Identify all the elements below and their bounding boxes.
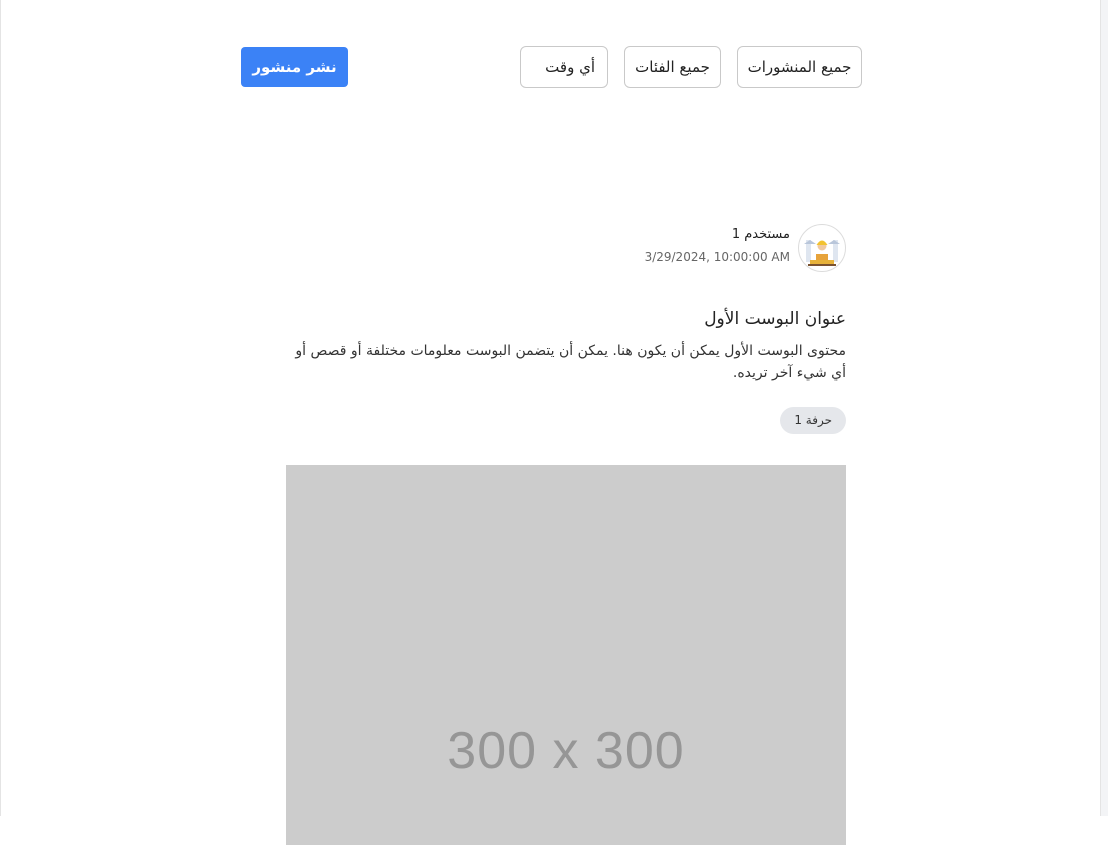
post-tag[interactable]: حرفة 1 [780, 407, 846, 434]
post-body: محتوى البوست الأول يمكن أن يكون هنا. يمك… [295, 343, 846, 381]
author-avatar[interactable] [798, 224, 846, 272]
post-title: عنوان البوست الأول [704, 309, 846, 329]
author-meta: مستخدم 1 3/29/2024, 10:00:00 AM [645, 226, 790, 266]
scrollbar-track[interactable] [1101, 0, 1108, 816]
page-frame: جميع المنشورات جميع الفئات أي وقت نشر من… [0, 0, 1101, 845]
any-time-filter[interactable]: أي وقت [520, 46, 608, 88]
all-categories-filter[interactable]: جميع الفئات [624, 46, 721, 88]
author-name[interactable]: مستخدم 1 [645, 226, 790, 244]
post-image-label: 300 x 300 [447, 722, 685, 780]
post-image: 300 x 300 [286, 465, 846, 845]
post-card: مستخدم 1 3/29/2024, 10:00:00 AM عنوان ال… [286, 222, 846, 845]
publish-post-button[interactable]: نشر منشور [241, 47, 348, 87]
toolbar: جميع المنشورات جميع الفئات أي وقت نشر من… [241, 46, 862, 88]
all-posts-filter[interactable]: جميع المنشورات [737, 46, 862, 88]
worker-avatar-icon [804, 240, 840, 266]
post-header: مستخدم 1 3/29/2024, 10:00:00 AM [286, 222, 846, 272]
post-date: 3/29/2024, 10:00:00 AM [644, 250, 790, 264]
